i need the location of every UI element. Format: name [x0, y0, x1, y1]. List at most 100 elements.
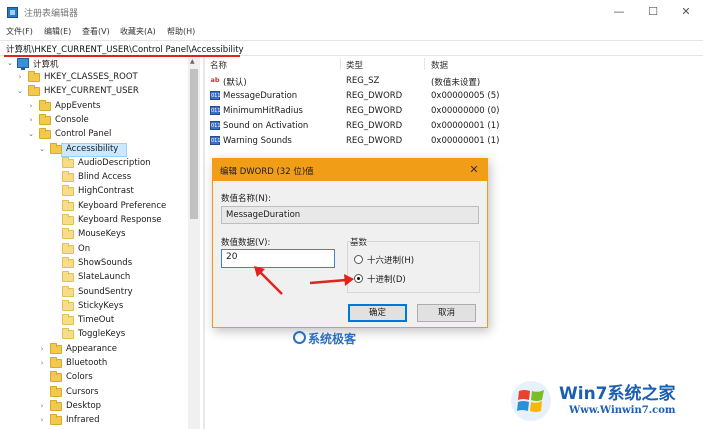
- menu-favorites[interactable]: 收藏夹(A): [120, 26, 156, 37]
- chevron-down-icon[interactable]: ⌄: [27, 130, 35, 139]
- menu-bar: 文件(F) 编辑(E) 查看(V) 收藏夹(A) 帮助(H): [0, 24, 703, 40]
- tree-item[interactable]: TimeOut: [0, 314, 185, 328]
- folder-icon: [62, 228, 74, 240]
- column-separator[interactable]: [424, 58, 425, 70]
- folder-icon: [62, 156, 74, 168]
- value-data-label: 数值数据(V):: [221, 238, 271, 248]
- address-path[interactable]: 计算机\HKEY_CURRENT_USER\Control Panel\Acce…: [6, 43, 244, 55]
- column-separator[interactable]: [340, 58, 341, 70]
- tree-item[interactable]: Blind Access: [0, 171, 185, 185]
- tree-scrollbar-thumb[interactable]: [190, 69, 198, 219]
- folder-icon: [50, 385, 62, 397]
- tree-item[interactable]: Colors: [0, 371, 185, 385]
- ok-button[interactable]: 确定: [348, 304, 407, 322]
- tree-item[interactable]: › Desktop: [0, 399, 185, 414]
- chevron-right-icon[interactable]: ›: [38, 345, 46, 354]
- scroll-up-icon[interactable]: ▲: [190, 58, 195, 65]
- menu-view[interactable]: 查看(V): [82, 26, 110, 37]
- tree-item[interactable]: › AppEvents: [0, 99, 185, 114]
- tree-item-computer[interactable]: ⌄ 计算机: [0, 57, 185, 71]
- table-row[interactable]: 011 Warning Sounds REG_DWORD 0x00000001 (1): [206, 133, 703, 148]
- cell-type: REG_DWORD: [346, 136, 403, 146]
- column-header-name[interactable]: 名称: [210, 59, 227, 71]
- tree-item[interactable]: SlateLaunch: [0, 271, 185, 285]
- cell-type: REG_DWORD: [346, 91, 403, 101]
- dialog-close-icon[interactable]: ✕: [467, 163, 481, 176]
- value-name-label: 数值名称(N):: [221, 194, 271, 204]
- tree-item[interactable]: › Bluetooth: [0, 357, 185, 371]
- dialog-title: 编辑 DWORD (32 位)值: [220, 167, 314, 177]
- table-row[interactable]: 011 MinimumHitRadius REG_DWORD 0x00000000 (…: [206, 103, 703, 118]
- tree-item[interactable]: Keyboard Preference: [0, 199, 185, 214]
- chevron-right-icon[interactable]: ›: [27, 102, 35, 111]
- tree-label: HKEY_CURRENT_USER: [44, 86, 139, 97]
- cell-type: REG_SZ: [346, 76, 380, 86]
- edit-dword-dialog: 编辑 DWORD (32 位)值 ✕ 数值名称(N): MessageDurat…: [212, 158, 488, 328]
- dialog-title-bar[interactable]: 编辑 DWORD (32 位)值 ✕: [213, 159, 487, 181]
- table-row[interactable]: 011 Sound on Activation REG_DWORD 0x0000000…: [206, 118, 703, 133]
- tree-item[interactable]: ⌄ HKEY_CURRENT_USER: [0, 85, 185, 99]
- chevron-right-icon[interactable]: ›: [38, 359, 46, 368]
- chevron-right-icon[interactable]: ›: [38, 416, 46, 425]
- chevron-right-icon[interactable]: ›: [27, 116, 35, 125]
- tree-label: MouseKeys: [78, 229, 126, 240]
- folder-icon: [62, 214, 74, 225]
- cancel-button[interactable]: 取消: [417, 304, 476, 322]
- registry-tree[interactable]: ⌄ 计算机 › HKEY_CLASSES_ROOT ⌄ HKEY_CURRENT_US…: [0, 57, 203, 429]
- tree-item[interactable]: › Console: [0, 113, 185, 128]
- minimize-button[interactable]: —: [610, 4, 628, 20]
- radio-hex[interactable]: [354, 255, 363, 264]
- table-row[interactable]: 011 MessageDuration REG_DWORD 0x00000005 (5…: [206, 88, 703, 103]
- radio-hex-label[interactable]: 十六进制(H): [367, 254, 414, 266]
- chevron-right-icon[interactable]: ›: [16, 73, 24, 82]
- menu-edit[interactable]: 编辑(E): [44, 26, 71, 37]
- chevron-down-icon[interactable]: ⌄: [16, 87, 24, 96]
- tree-scrollbar[interactable]: ▲: [188, 57, 200, 429]
- maximize-button[interactable]: ☐: [644, 4, 662, 20]
- dword-value-icon: 011: [210, 121, 221, 130]
- pane-splitter[interactable]: [203, 57, 205, 429]
- tree-item[interactable]: StickyKeys: [0, 299, 185, 314]
- tree-item[interactable]: ⌄ Accessibility: [0, 142, 185, 157]
- tree-label: Cursors: [66, 386, 99, 397]
- tree-label: Blind Access: [78, 172, 132, 183]
- tree-item[interactable]: ToggleKeys: [0, 328, 185, 342]
- folder-icon: [62, 285, 74, 297]
- tree-item[interactable]: SoundSentry: [0, 285, 185, 300]
- tree-item[interactable]: HighContrast: [0, 185, 185, 199]
- tree-item[interactable]: ShowSounds: [0, 256, 185, 271]
- tree-item[interactable]: › Appearance: [0, 342, 185, 357]
- tree-item[interactable]: AudioDescription: [0, 156, 185, 171]
- menu-file[interactable]: 文件(F): [6, 26, 33, 37]
- computer-icon: [17, 58, 29, 70]
- tree-label: Bluetooth: [66, 358, 108, 368]
- tree-item[interactable]: Cursors: [0, 385, 185, 400]
- tree-item[interactable]: MouseKeys: [0, 228, 185, 242]
- address-bar[interactable]: 计算机\HKEY_CURRENT_USER\Control Panel\Acce…: [0, 40, 703, 57]
- tree-item[interactable]: On: [0, 242, 185, 257]
- table-row[interactable]: ab (默认) REG_SZ (数值未设置): [206, 73, 703, 88]
- tree-item[interactable]: › Infrared: [0, 414, 185, 428]
- menu-help[interactable]: 帮助(H): [167, 26, 195, 37]
- regedit-app-icon: [7, 7, 18, 18]
- chevron-down-icon[interactable]: ⌄: [6, 59, 14, 68]
- cell-type: REG_DWORD: [346, 121, 403, 131]
- column-header-type[interactable]: 类型: [346, 59, 363, 71]
- tree-label: ToggleKeys: [78, 329, 126, 340]
- tree-item[interactable]: Keyboard Response: [0, 214, 185, 228]
- close-button[interactable]: ✕: [677, 4, 695, 20]
- folder-icon: [62, 242, 74, 254]
- chevron-down-icon[interactable]: ⌄: [38, 145, 46, 154]
- chevron-right-icon[interactable]: ›: [38, 402, 46, 411]
- radio-decimal-label[interactable]: 十进制(D): [367, 273, 406, 285]
- cell-name: Warning Sounds: [223, 136, 292, 146]
- column-header-data[interactable]: 数据: [431, 59, 448, 71]
- tree-item[interactable]: ⌄ Control Panel: [0, 128, 185, 142]
- window-title: 注册表编辑器: [24, 9, 79, 19]
- tree-item[interactable]: › HKEY_CLASSES_ROOT: [0, 71, 185, 85]
